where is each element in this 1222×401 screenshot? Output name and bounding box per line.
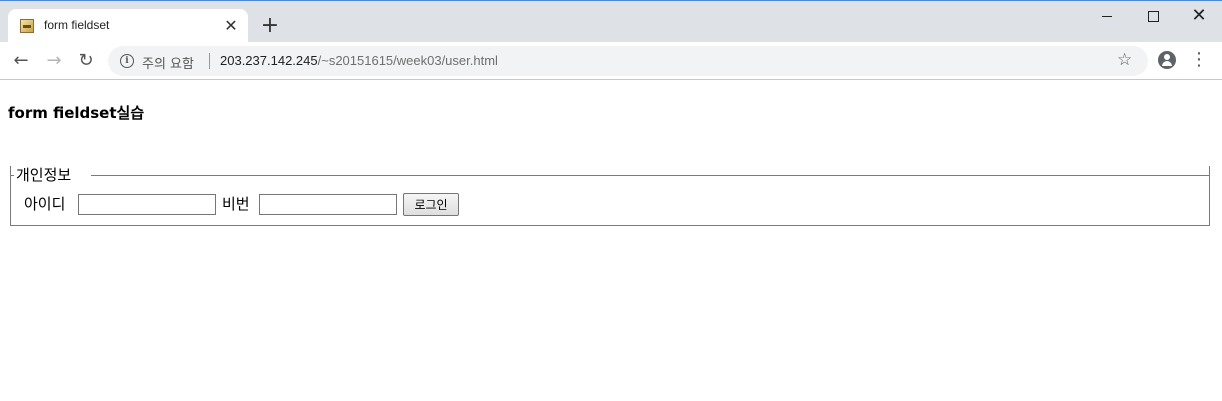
title-bar: form fieldset ✕ + ✕ bbox=[0, 0, 1222, 43]
omnibox-separator bbox=[209, 53, 210, 69]
url-text[interactable]: 203.237.142.245/~s20151615/week03/user.h… bbox=[220, 53, 498, 68]
window-close-button[interactable]: ✕ bbox=[1176, 1, 1222, 33]
maximize-button[interactable] bbox=[1130, 1, 1176, 33]
favicon-icon bbox=[20, 19, 34, 33]
address-bar[interactable]: i 주의 요함 203.237.142.245/~s20151615/week0… bbox=[108, 46, 1148, 76]
menu-dots-icon[interactable]: ⋮ bbox=[1190, 50, 1208, 72]
tab-title: form fieldset bbox=[44, 18, 110, 32]
password-input[interactable] bbox=[259, 194, 397, 215]
browser-toolbar: ← → ↻ i 주의 요함 203.237.142.245/~s20151615… bbox=[0, 42, 1222, 80]
id-label: 아이디 bbox=[24, 195, 66, 213]
account-icon[interactable] bbox=[1158, 51, 1176, 69]
page-content: form fieldset실습 개인정보 아이디 비번 로그인 bbox=[0, 80, 1222, 401]
back-arrow-icon[interactable]: ← bbox=[8, 48, 34, 74]
password-label: 비번 bbox=[222, 195, 250, 213]
id-input[interactable] bbox=[78, 194, 216, 215]
url-host: 203.237.142.245 bbox=[220, 53, 318, 68]
star-icon[interactable]: ☆ bbox=[1117, 50, 1132, 70]
page-heading: form fieldset실습 bbox=[8, 104, 145, 122]
url-path: /~s20151615/week03/user.html bbox=[317, 53, 498, 68]
reload-icon[interactable]: ↻ bbox=[73, 48, 99, 74]
minimize-button[interactable] bbox=[1084, 1, 1130, 33]
security-label[interactable]: 주의 요함 bbox=[142, 53, 194, 72]
browser-tab[interactable]: form fieldset ✕ bbox=[8, 9, 248, 43]
login-button[interactable]: 로그인 bbox=[403, 193, 459, 216]
forward-arrow-icon[interactable]: → bbox=[41, 48, 67, 74]
plus-icon[interactable]: + bbox=[258, 14, 282, 38]
fieldset-legend: 개인정보 bbox=[14, 166, 74, 184]
fieldset-border-top-right bbox=[91, 175, 1210, 176]
info-icon[interactable]: i bbox=[120, 54, 134, 68]
close-icon[interactable]: ✕ bbox=[222, 17, 240, 35]
maximize-icon bbox=[1147, 10, 1159, 22]
minimize-icon bbox=[1102, 15, 1112, 17]
